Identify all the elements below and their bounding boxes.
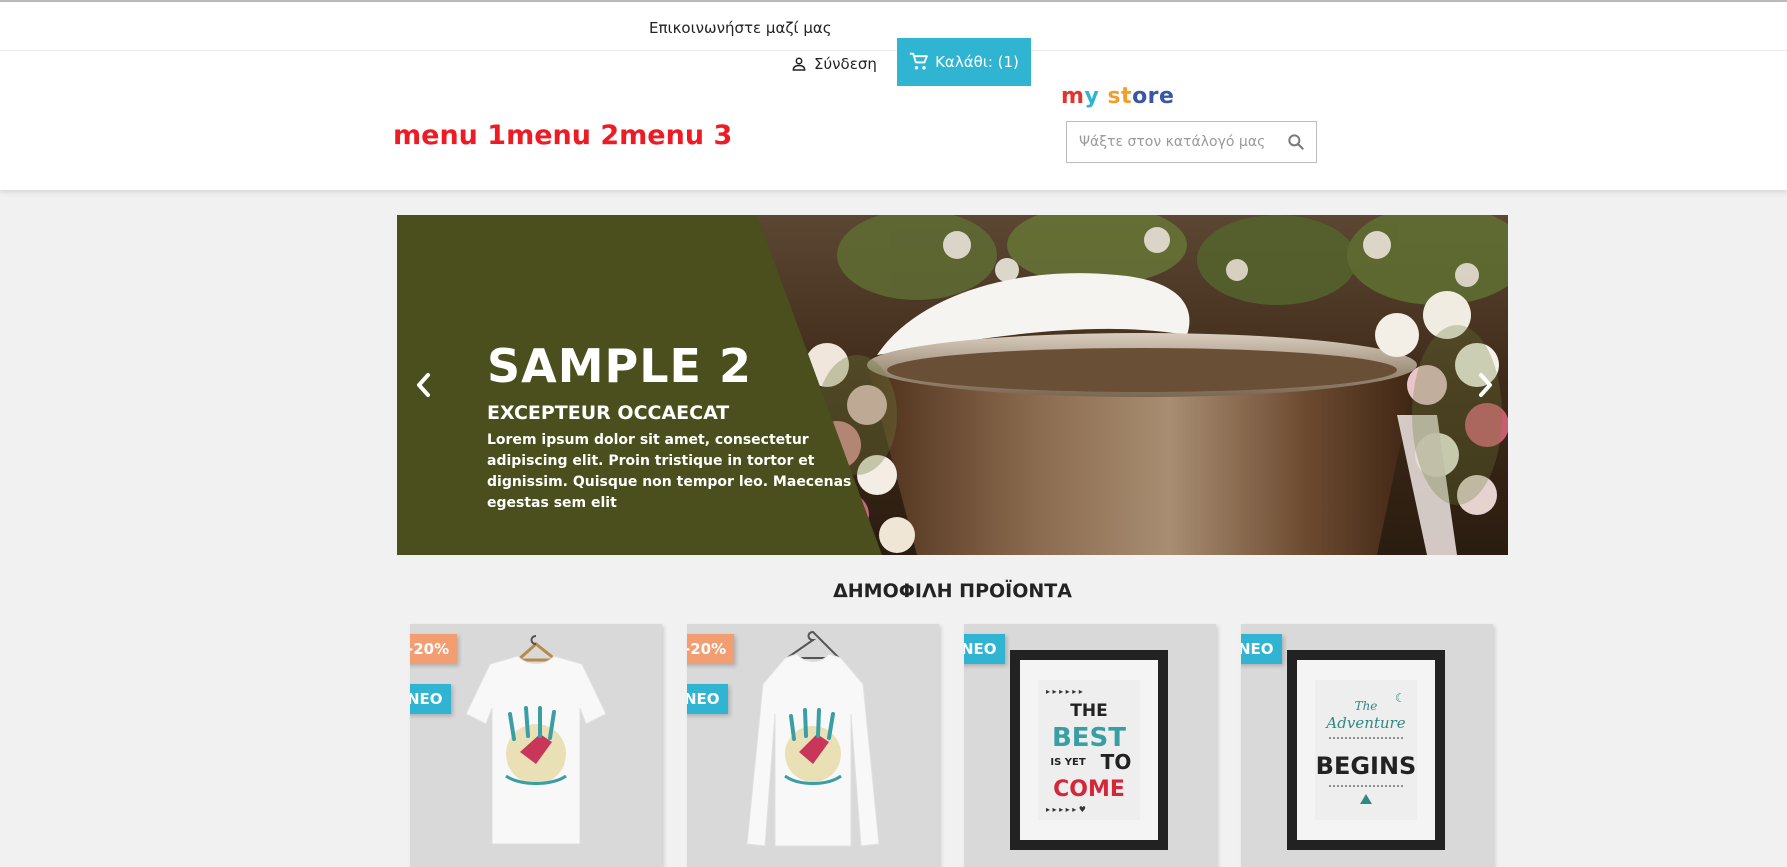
new-badge: ΝΕΟ [964, 634, 1005, 664]
svg-text:☾: ☾ [1395, 691, 1406, 705]
poster-text: BEST [1052, 723, 1126, 753]
new-badge: ΝΕΟ [1241, 634, 1282, 664]
chevron-right-icon [1479, 373, 1492, 397]
poster-text: TO [1101, 750, 1132, 774]
cart-label: Καλάθι: (1) [935, 53, 1019, 71]
search-icon[interactable] [1276, 122, 1316, 162]
slider-prev-button[interactable] [409, 367, 439, 403]
image-slider: SAMPLE 2 EXCEPTEUR OCCAECAT Lorem ipsum … [397, 215, 1508, 555]
sign-in-link[interactable]: Σύνδεση [790, 53, 877, 75]
chevron-left-icon [417, 373, 430, 397]
poster-text: THE [1070, 701, 1107, 721]
logo-part: st [1107, 84, 1133, 109]
poster-text: BEGINS [1316, 752, 1417, 780]
main-menu: menu 1 menu 2 menu 3 [393, 120, 732, 151]
cart-button[interactable]: Καλάθι: (1) [897, 38, 1031, 86]
slide-title: SAMPLE 2 [487, 339, 752, 393]
menu-item-2[interactable]: menu 2 [506, 120, 619, 151]
discount-badge: -20% [410, 634, 458, 664]
new-badge: ΝΕΟ [687, 684, 728, 714]
new-badge: ΝΕΟ [410, 684, 451, 714]
store-logo[interactable]: my store [1061, 84, 1174, 112]
discount-badge: -20% [687, 634, 735, 664]
search-input[interactable] [1067, 122, 1276, 162]
product-card[interactable]: -20% ΝΕΟ [410, 624, 662, 867]
menu-item-3[interactable]: menu 3 [619, 120, 732, 151]
svg-text:▸ ▸ ▸ ▸ ▸ ▸: ▸ ▸ ▸ ▸ ▸ ▸ [1046, 687, 1083, 696]
logo-part: ore [1132, 84, 1175, 109]
product-list: -20% ΝΕΟ -20% ΝΕΟ ▸ ▸ ▸ ▸ ▸ ▸ THE BEST I… [410, 624, 1493, 867]
product-card[interactable]: ☾ The Adventure BEGINS ΝΕΟ [1241, 624, 1493, 867]
slide-description: Lorem ipsum dolor sit amet, consectetur … [487, 432, 852, 511]
header-divider [0, 50, 1787, 51]
product-card[interactable]: ▸ ▸ ▸ ▸ ▸ ▸ THE BEST IS YET TO COME ▸ ▸ … [964, 624, 1216, 867]
contact-us-link[interactable]: Επικοινωνήστε μαζί μας [649, 19, 832, 37]
svg-text:▸ ▸ ▸ ▸ ▸ ♥: ▸ ▸ ▸ ▸ ▸ ♥ [1046, 805, 1086, 814]
popular-products-title: ΔΗΜΟΦΙΛΗ ΠΡΟΪΟΝΤΑ [833, 580, 1072, 602]
shopping-cart-icon [909, 52, 928, 70]
user-icon [792, 57, 806, 71]
logo-part: y [1084, 84, 1108, 109]
menu-item-1[interactable]: menu 1 [393, 120, 506, 151]
poster-text: The [1355, 699, 1378, 713]
sign-in-label: Σύνδεση [814, 55, 877, 73]
slider-next-button[interactable] [1470, 367, 1500, 403]
poster-text: Adventure [1324, 714, 1405, 732]
poster-text: COME [1053, 777, 1125, 802]
poster-text: IS YET [1050, 757, 1085, 768]
search-box [1066, 121, 1317, 163]
slide-subtitle: EXCEPTEUR OCCAECAT [487, 402, 730, 424]
product-card[interactable]: -20% ΝΕΟ [687, 624, 939, 867]
site-header: Επικοινωνήστε μαζί μας Σύνδεση Καλάθι: (… [0, 2, 1787, 190]
logo-part: m [1061, 84, 1085, 109]
